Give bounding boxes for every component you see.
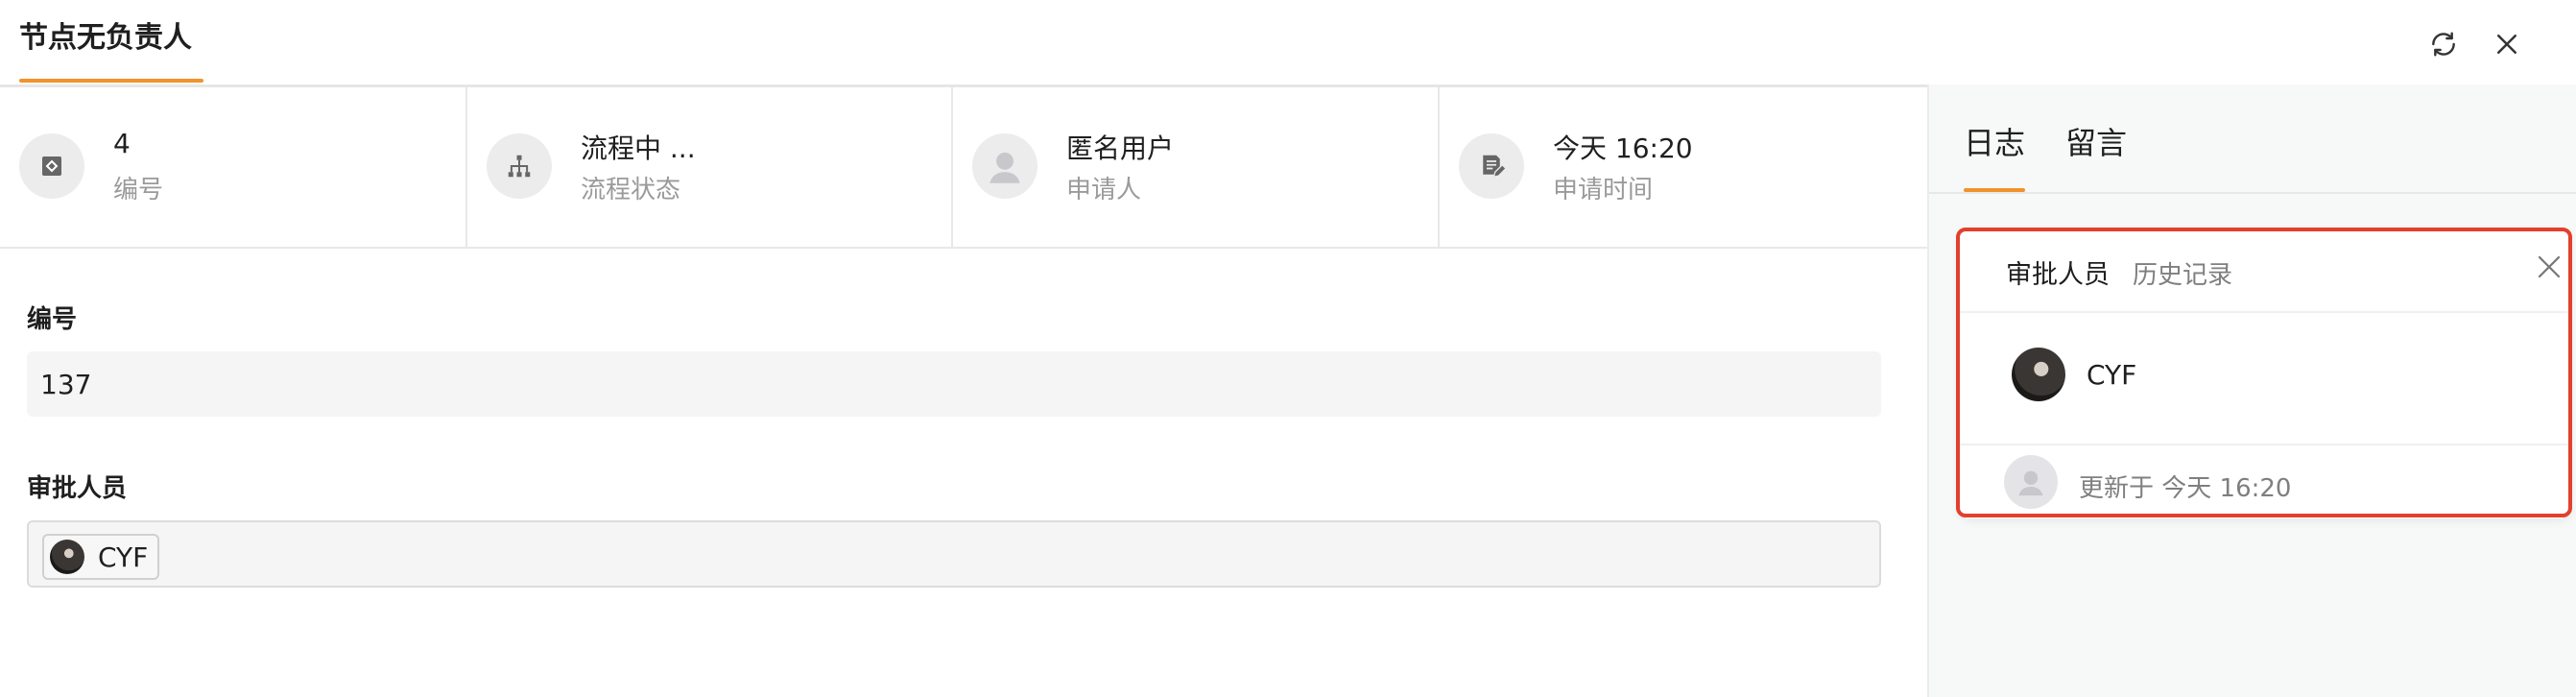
flow-status-value: 流程中 ... bbox=[581, 132, 696, 164]
info-summary-strip: 4 编号 流程中 ... 流程状态 匿名用户 申请人 今天 16:20 申请时间 bbox=[0, 87, 1927, 249]
number-value: 4 bbox=[113, 128, 131, 159]
page-title: 节点无负责人 bbox=[19, 21, 192, 55]
applicant-label: 申请人 bbox=[1066, 176, 1142, 204]
flow-icon bbox=[487, 133, 552, 199]
update-info-row: 更新于 今天 16:20 bbox=[1960, 445, 2570, 513]
approver-user-name: CYF bbox=[2087, 359, 2137, 391]
approver-tag[interactable]: CYF bbox=[42, 534, 160, 580]
popover-title: 审批人员 bbox=[2006, 260, 2110, 290]
approver-popover: 审批人员 历史记录 CYF 更新于 今天 16:20 bbox=[1960, 230, 2570, 518]
apply-time-label: 申请时间 bbox=[1553, 176, 1654, 204]
number-field-label: 编号 bbox=[27, 305, 78, 334]
number-field-value: 137 bbox=[40, 369, 92, 400]
popover-header: 审批人员 历史记录 bbox=[1960, 230, 2570, 313]
dialog-header: 节点无负责人 bbox=[0, 0, 2576, 87]
avatar bbox=[50, 540, 84, 574]
refresh-icon bbox=[2432, 32, 2455, 57]
id-icon bbox=[19, 133, 84, 199]
refresh-button[interactable] bbox=[2424, 25, 2463, 63]
close-icon bbox=[2538, 255, 2561, 278]
tab-comments[interactable]: 留言 bbox=[2065, 119, 2127, 163]
user-avatar-icon bbox=[972, 133, 1038, 199]
info-item-apply-time: 今天 16:20 申请时间 bbox=[1440, 87, 1927, 247]
tab-log[interactable]: 日志 bbox=[1964, 119, 2025, 163]
applicant-value: 匿名用户 bbox=[1066, 132, 1175, 164]
info-item-flow-status: 流程中 ... 流程状态 bbox=[467, 87, 953, 247]
number-label: 编号 bbox=[113, 176, 164, 204]
flow-status-label: 流程状态 bbox=[581, 176, 681, 204]
user-avatar-icon bbox=[2004, 455, 2058, 509]
edit-document-icon bbox=[1459, 133, 1524, 199]
number-field[interactable]: 137 bbox=[27, 351, 1881, 417]
approver-user-row[interactable]: CYF bbox=[1960, 313, 2570, 445]
approver-field-label: 审批人员 bbox=[27, 474, 128, 503]
approver-field[interactable]: CYF bbox=[27, 520, 1881, 588]
close-icon bbox=[2497, 35, 2516, 54]
popover-close-button[interactable] bbox=[2530, 248, 2568, 286]
tabs-divider bbox=[1929, 192, 2576, 194]
close-button[interactable] bbox=[2488, 25, 2526, 63]
approver-tag-name: CYF bbox=[98, 541, 149, 573]
avatar bbox=[2012, 348, 2065, 401]
info-item-applicant: 匿名用户 申请人 bbox=[953, 87, 1440, 247]
apply-time-value: 今天 16:20 bbox=[1553, 132, 1693, 164]
info-item-number: 4 编号 bbox=[0, 87, 467, 247]
active-tab-underline bbox=[1964, 188, 2025, 192]
right-side-panel: 日志 留言 审批人员 历史记录 CYF 更新于 今天 16:20 bbox=[1927, 84, 2576, 697]
update-timestamp: 更新于 今天 16:20 bbox=[2079, 474, 2292, 503]
title-active-underline bbox=[19, 79, 203, 83]
history-link[interactable]: 历史记录 bbox=[2133, 255, 2232, 291]
